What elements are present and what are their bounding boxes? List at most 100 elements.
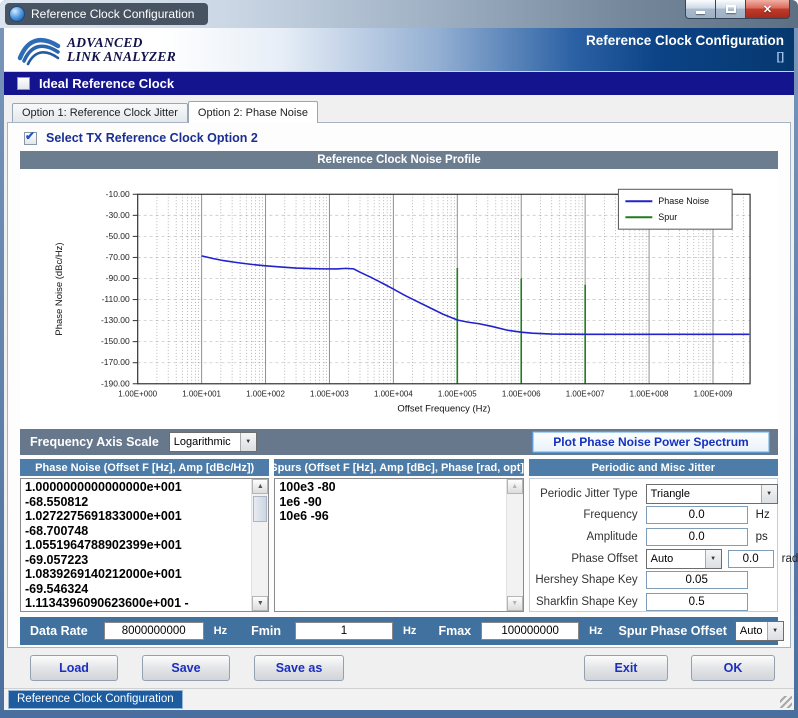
close-button[interactable]: ✕: [745, 0, 790, 19]
svg-text:Phase Noise (dBc/Hz): Phase Noise (dBc/Hz): [54, 242, 65, 335]
hershey-shape-key-label: Hershey Shape Key: [532, 574, 638, 586]
scrollbar-thumb[interactable]: [253, 496, 267, 522]
svg-text:-170.00: -170.00: [101, 357, 130, 367]
exit-button[interactable]: Exit: [584, 655, 668, 681]
select-tx-reference-clock-option2-checkbox[interactable]: ✔: [24, 132, 37, 145]
svg-text:-190.00: -190.00: [101, 378, 130, 388]
amplitude-field[interactable]: [646, 528, 748, 546]
phase-offset-field[interactable]: [728, 550, 774, 568]
fmax-field[interactable]: [481, 622, 579, 640]
frequency-axis-scale-bar: Frequency Axis Scale Logarithmic ▼ Plot …: [20, 429, 778, 455]
header-banner: ADVANCED LINK ANALYZER Reference Clock C…: [4, 28, 794, 72]
logo-text: ADVANCED LINK ANALYZER: [67, 36, 176, 64]
tab-strip: Option 1: Reference Clock Jitter Option …: [12, 100, 794, 122]
svg-text:-10.00: -10.00: [106, 189, 130, 199]
data-rate-unit: Hz: [214, 625, 227, 637]
plot-phase-noise-power-spectrum-button[interactable]: Plot Phase Noise Power Spectrum: [532, 431, 770, 453]
title-pill: Reference Clock Configuration: [5, 3, 208, 25]
fmin-field[interactable]: [295, 622, 393, 640]
maximize-button[interactable]: [715, 0, 745, 19]
svg-text:Phase Noise: Phase Noise: [658, 196, 709, 206]
svg-text:1.00E+000: 1.00E+000: [118, 390, 157, 399]
frequency-axis-scale-value: Logarithmic: [170, 436, 240, 448]
save-as-button[interactable]: Save as: [254, 655, 344, 681]
status-bar: Reference Clock Configuration: [4, 688, 794, 710]
noise-profile-header: Reference Clock Noise Profile: [20, 151, 778, 169]
chevron-down-icon: ▼: [767, 622, 783, 640]
scroll-down-icon[interactable]: ▼: [252, 596, 268, 611]
phase-noise-header: Phase Noise (Offset F [Hz], Amp [dBc/Hz]…: [20, 459, 269, 476]
svg-text:1.00E+004: 1.00E+004: [374, 390, 413, 399]
logo-line1: ADVANCED: [67, 36, 176, 50]
noise-profile-chart: -10.00-30.00-50.00-70.00-90.00-110.00-13…: [20, 169, 780, 426]
svg-text:-90.00: -90.00: [106, 273, 130, 283]
spurs-textarea[interactable]: 100e3 -80 1e6 -90 10e6 -96 ▲ ▼: [274, 478, 523, 612]
resize-grip[interactable]: [780, 696, 792, 708]
minimize-button[interactable]: [685, 0, 715, 19]
sharkfin-shape-key-row: Sharkfin Shape Key: [532, 593, 771, 612]
maximize-icon: [726, 5, 736, 13]
svg-text:1.00E+003: 1.00E+003: [310, 390, 349, 399]
scroll-up-icon[interactable]: ▲: [252, 479, 268, 494]
ideal-reference-clock-checkbox[interactable]: [17, 77, 30, 90]
svg-text:1.00E+006: 1.00E+006: [502, 390, 541, 399]
tab-option2-phase-noise[interactable]: Option 2: Phase Noise: [188, 101, 318, 123]
phase-noise-scrollbar[interactable]: ▲ ▼: [251, 479, 268, 611]
select-option-label: Select TX Reference Clock Option 2: [46, 131, 258, 145]
data-rate-field[interactable]: [104, 622, 204, 640]
svg-text:1.00E+001: 1.00E+001: [182, 390, 221, 399]
frequency-unit: Hz: [756, 509, 770, 521]
chevron-down-icon: ▼: [240, 433, 256, 451]
svg-text:Offset Frequency (Hz): Offset Frequency (Hz): [397, 404, 490, 415]
tab-option1-reference-clock-jitter[interactable]: Option 1: Reference Clock Jitter: [12, 103, 188, 122]
svg-text:1.00E+005: 1.00E+005: [438, 390, 477, 399]
load-button[interactable]: Load: [30, 655, 118, 681]
save-button[interactable]: Save: [142, 655, 230, 681]
phase-noise-column: Phase Noise (Offset F [Hz], Amp [dBc/Hz]…: [20, 459, 269, 612]
periodic-misc-jitter-panel: Periodic Jitter Type Triangle ▼ Frequenc…: [529, 478, 778, 612]
reference-clock-configuration-window: Reference Clock Configuration ✕ ADVANCED…: [0, 0, 798, 718]
tab-area: Option 1: Reference Clock Jitter Option …: [4, 95, 794, 648]
close-icon: ✕: [763, 3, 772, 16]
select-option-row: ✔ Select TX Reference Clock Option 2: [8, 123, 790, 151]
status-badge: Reference Clock Configuration: [8, 690, 183, 709]
window-title: Reference Clock Configuration: [31, 7, 194, 21]
phase-offset-unit: rad: [782, 553, 798, 565]
phase-offset-select-value: Auto: [647, 553, 705, 565]
minimize-icon: [696, 11, 705, 14]
scroll-up-icon[interactable]: ▲: [507, 479, 523, 494]
spurs-scrollbar[interactable]: ▲ ▼: [506, 479, 523, 611]
ok-button[interactable]: OK: [691, 655, 775, 681]
spur-phase-offset-value: Auto: [736, 625, 767, 637]
page-title: Reference Clock Configuration: [586, 33, 784, 48]
chevron-down-icon: ▼: [761, 485, 777, 503]
data-rate-label: Data Rate: [30, 624, 88, 638]
data-rate-bar: Data Rate Hz Fmin Hz Fmax Hz Spur Phase …: [20, 617, 778, 645]
scroll-down-icon[interactable]: ▼: [507, 596, 523, 611]
svg-text:1.00E+007: 1.00E+007: [566, 390, 605, 399]
logo-swoosh-icon: [16, 34, 62, 66]
amplitude-unit: ps: [756, 531, 768, 543]
spurs-text: 100e3 -80 1e6 -90 10e6 -96: [275, 479, 504, 611]
svg-text:-130.00: -130.00: [101, 315, 130, 325]
svg-text:-150.00: -150.00: [101, 336, 130, 346]
checkmark-icon: ✔: [25, 129, 35, 143]
svg-text:-50.00: -50.00: [106, 231, 130, 241]
frequency-axis-scale-label: Frequency Axis Scale: [30, 435, 159, 449]
chevron-down-icon: ▼: [705, 550, 721, 568]
ideal-reference-clock-bar: Ideal Reference Clock: [4, 72, 794, 95]
periodic-misc-jitter-column: Periodic and Misc Jitter Periodic Jitter…: [529, 459, 778, 612]
phase-noise-tab-panel: ✔ Select TX Reference Clock Option 2 Ref…: [7, 122, 791, 648]
spur-phase-offset-select[interactable]: Auto ▼: [735, 621, 784, 641]
sharkfin-shape-key-field[interactable]: [646, 593, 748, 611]
fmin-label: Fmin: [251, 624, 281, 638]
frequency-field[interactable]: [646, 506, 748, 524]
phase-offset-label: Phase Offset: [532, 553, 638, 565]
hershey-shape-key-field[interactable]: [646, 571, 748, 589]
phase-noise-textarea[interactable]: 1.0000000000000000e+001 -68.550812 1.027…: [20, 478, 269, 612]
fmax-unit: Hz: [589, 625, 602, 637]
periodic-jitter-type-select[interactable]: Triangle ▼: [646, 484, 778, 504]
phase-noise-text: 1.0000000000000000e+001 -68.550812 1.027…: [21, 479, 250, 611]
frequency-axis-scale-select[interactable]: Logarithmic ▼: [169, 432, 257, 452]
phase-offset-select[interactable]: Auto ▼: [646, 549, 722, 569]
